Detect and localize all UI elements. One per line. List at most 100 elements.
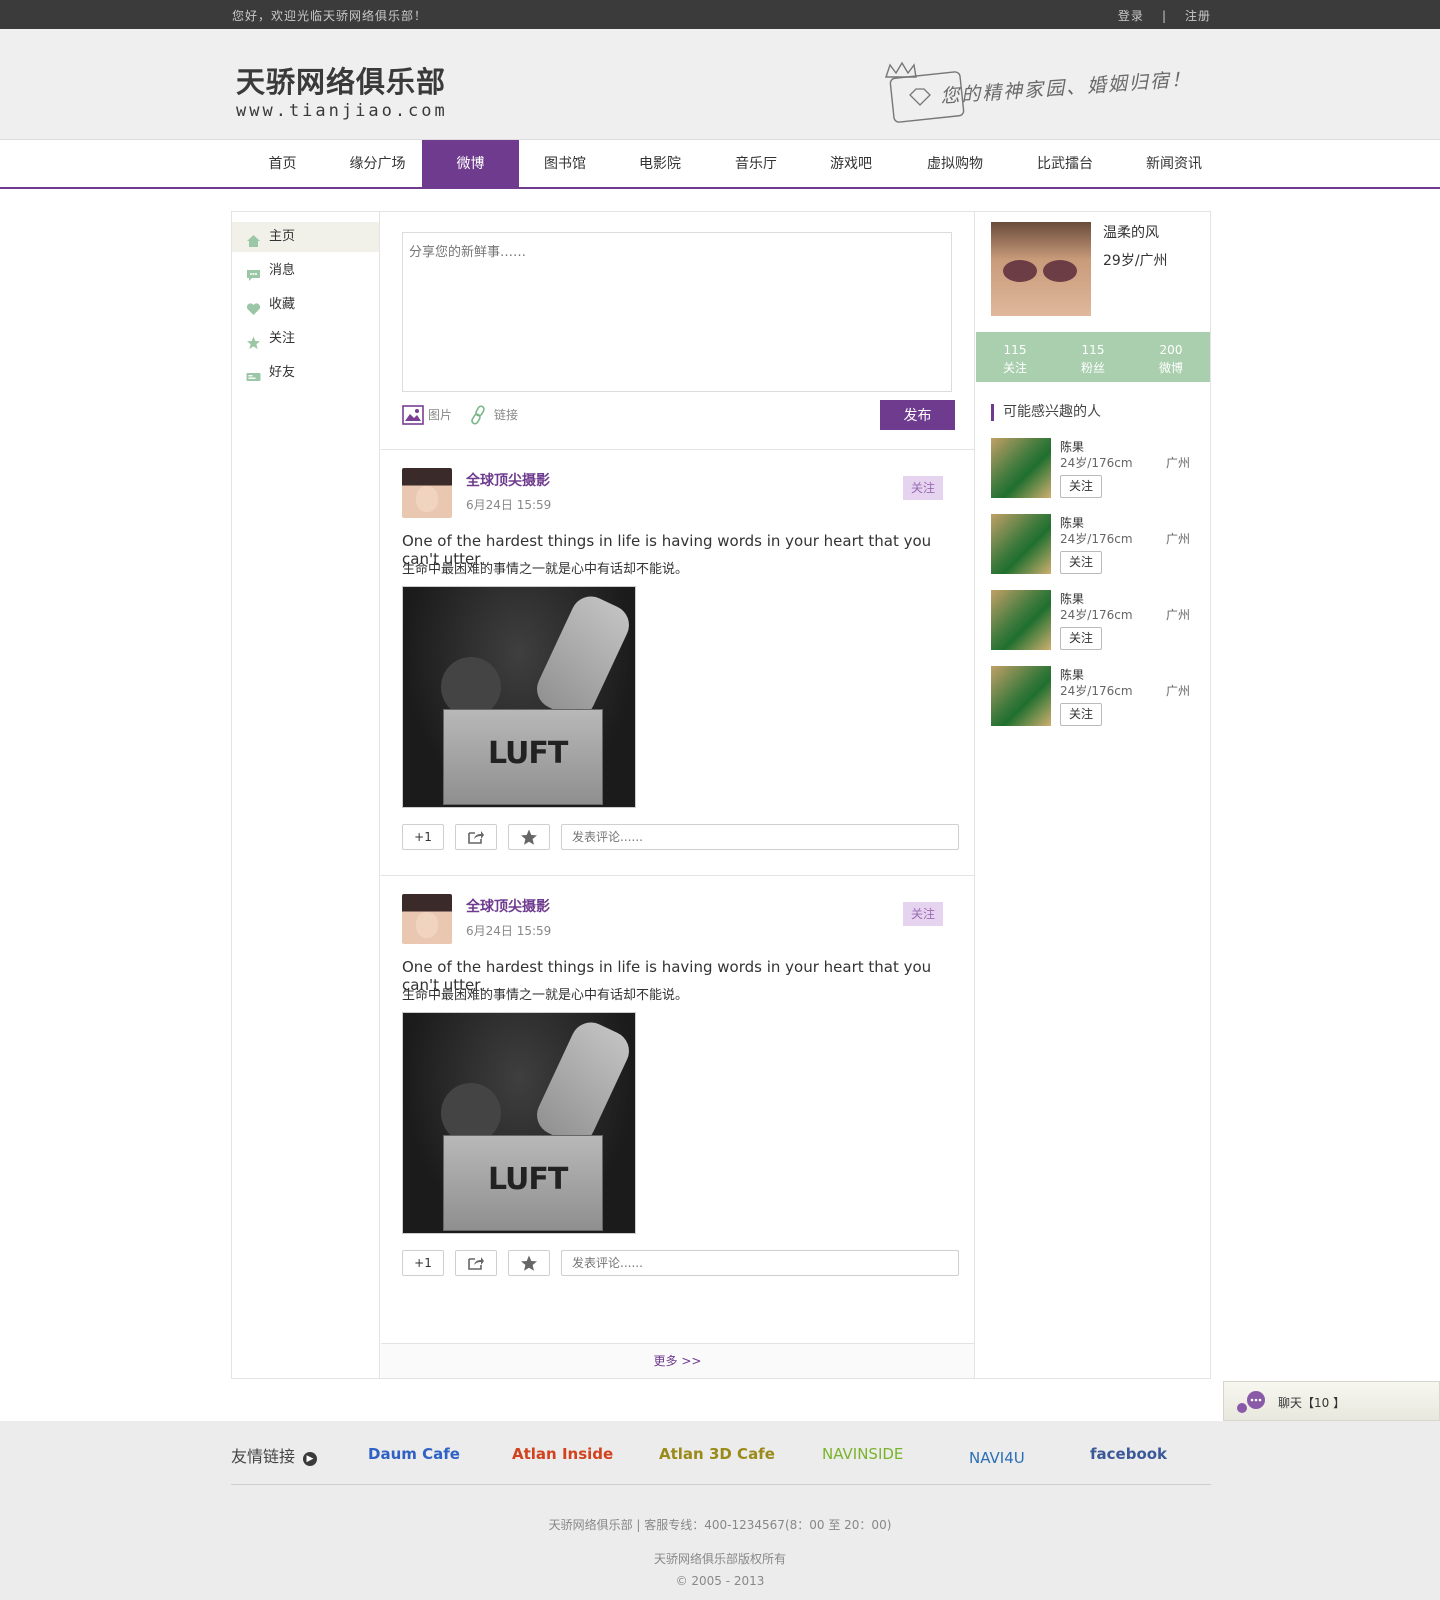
author-name[interactable]: 全球顶尖摄影 xyxy=(466,896,550,916)
stat-value: 115 xyxy=(1081,343,1105,357)
photo-person xyxy=(441,1083,501,1143)
share-icon xyxy=(468,831,484,844)
load-more-link[interactable]: 更多 >> xyxy=(381,1343,974,1378)
suggest-follow-button[interactable]: 关注 xyxy=(1060,627,1102,650)
author-avatar[interactable] xyxy=(402,468,452,518)
plus-one-button[interactable]: +1 xyxy=(402,824,444,850)
welcome-text: 您好，欢迎光临天骄网络俱乐部！ xyxy=(232,9,428,23)
suggest-name[interactable]: 陈果 xyxy=(1060,438,1084,455)
partner-link[interactable]: Daum Cafe xyxy=(368,1445,460,1463)
sidebar-item-following[interactable]: 关注 xyxy=(232,324,379,354)
site-logo[interactable]: 天骄网络俱乐部 www.tianjiao.com xyxy=(236,59,448,121)
partner-link[interactable]: NAVI4U xyxy=(969,1449,1025,1467)
nav-item-home[interactable]: 首页 xyxy=(232,140,333,188)
suggest-name[interactable]: 陈果 xyxy=(1060,514,1084,531)
stat-fans[interactable]: 115 粉丝 xyxy=(1054,332,1132,382)
follow-button[interactable]: 关注 xyxy=(903,476,943,500)
nav-item-weibo[interactable]: 微博 xyxy=(422,140,519,188)
footer-contact: 天骄网络俱乐部 | 客服专线：400-1234567(8：00 至 20：00) xyxy=(548,1518,892,1532)
sidebar-item-home[interactable]: 主页 xyxy=(232,222,379,252)
star-icon xyxy=(521,1255,537,1271)
status-input[interactable] xyxy=(402,232,952,392)
comment-input[interactable] xyxy=(561,1250,959,1276)
post-photo[interactable]: LUFT xyxy=(402,1012,636,1234)
suggest-avatar[interactable] xyxy=(991,590,1051,650)
suggest-name[interactable]: 陈果 xyxy=(1060,590,1084,607)
nav-item-fate-square[interactable]: 缘分广场 xyxy=(333,140,422,188)
plus-one-button[interactable]: +1 xyxy=(402,1250,444,1276)
partner-link[interactable]: Atlan Inside xyxy=(512,1445,613,1463)
avatar-sunglasses-right xyxy=(1043,260,1077,282)
favorite-button[interactable] xyxy=(508,824,550,850)
photo-legs xyxy=(530,1015,635,1151)
image-label: 图片 xyxy=(428,408,453,422)
main-content: 主页 消息 收藏 关注 好友 图片 xyxy=(231,211,1211,1379)
share-icon xyxy=(468,1257,484,1270)
feed-post: 全球顶尖摄影 6月24日 15:59 关注 One of the hardest… xyxy=(381,450,974,876)
post-composer: 图片 链接 发布 xyxy=(381,212,974,450)
stat-weibo[interactable]: 200 微博 xyxy=(1132,332,1210,382)
share-button[interactable] xyxy=(455,1250,497,1276)
nav-item-news[interactable]: 新闻资讯 xyxy=(1119,140,1229,188)
add-image-button[interactable]: 图片 xyxy=(402,404,452,426)
nav-item-music-hall[interactable]: 音乐厅 xyxy=(709,140,803,188)
login-link[interactable]: 登录 xyxy=(1118,9,1144,23)
sidebar-item-favorites[interactable]: 收藏 xyxy=(232,290,379,320)
suggest-person: 陈果 24岁/176cm 广州 关注 xyxy=(991,590,1196,650)
sidebar-item-friends[interactable]: 好友 xyxy=(232,358,379,388)
author-avatar[interactable] xyxy=(402,894,452,944)
star-icon xyxy=(246,332,261,349)
suggest-avatar[interactable] xyxy=(991,666,1051,726)
sidebar-item-label: 主页 xyxy=(269,229,296,244)
profile-name[interactable]: 温柔的风 xyxy=(1103,222,1159,242)
nav-item-virtual-shop[interactable]: 虚拟购物 xyxy=(899,140,1011,188)
author-name[interactable]: 全球顶尖摄影 xyxy=(466,470,550,490)
partner-link[interactable]: NAVINSIDE xyxy=(822,1445,903,1463)
suggest-avatar[interactable] xyxy=(991,514,1051,574)
post-time: 6月24日 15:59 xyxy=(466,924,552,938)
publish-button[interactable]: 发布 xyxy=(880,400,955,430)
nav-item-cinema[interactable]: 电影院 xyxy=(611,140,709,188)
arrow-right-icon[interactable]: ▶ xyxy=(303,1452,318,1466)
left-sidebar: 主页 消息 收藏 关注 好友 xyxy=(232,212,380,1378)
suggest-follow-button[interactable]: 关注 xyxy=(1060,551,1102,574)
suggest-age: 24岁/176cm xyxy=(1060,532,1133,546)
logo-url: www.tianjiao.com xyxy=(236,101,448,121)
add-link-button[interactable]: 链接 xyxy=(468,404,518,426)
nav-item-arena[interactable]: 比武擂台 xyxy=(1011,140,1119,188)
suggest-follow-button[interactable]: 关注 xyxy=(1060,475,1102,498)
favorite-button[interactable] xyxy=(508,1250,550,1276)
register-link[interactable]: 注册 xyxy=(1185,9,1211,23)
partner-link[interactable]: Atlan 3D Cafe xyxy=(659,1445,775,1463)
message-icon xyxy=(246,264,261,281)
photo-box-label: LUFT xyxy=(488,1162,568,1197)
suggest-person: 陈果 24岁/176cm 广州 关注 xyxy=(991,666,1196,726)
chat-widget[interactable]: 聊天【10 】 xyxy=(1223,1381,1440,1421)
nav-item-library[interactable]: 图书馆 xyxy=(519,140,611,188)
post-actions: +1 xyxy=(402,1250,959,1276)
top-bar: 您好，欢迎光临天骄网络俱乐部！ 登录 | 注册 xyxy=(0,0,1440,29)
post-text-chinese: 生命中最困难的事情之一就是心中有话却不能说。 xyxy=(402,988,689,1003)
link-icon xyxy=(468,405,490,425)
suggest-avatar[interactable] xyxy=(991,438,1051,498)
right-sidebar: 温柔的风 29岁/广州 115 关注 115 粉丝 200 微博 可能感兴趣的人 陈果… xyxy=(976,212,1210,1378)
partner-link[interactable]: facebook xyxy=(1090,1445,1167,1463)
post-photo[interactable]: LUFT xyxy=(402,586,636,808)
profile-stats: 115 关注 115 粉丝 200 微博 xyxy=(976,332,1210,382)
profile-avatar[interactable] xyxy=(991,222,1091,316)
suggest-name[interactable]: 陈果 xyxy=(1060,666,1084,683)
comment-input[interactable] xyxy=(561,824,959,850)
post-actions: +1 xyxy=(402,824,959,850)
suggest-follow-button[interactable]: 关注 xyxy=(1060,703,1102,726)
share-button[interactable] xyxy=(455,824,497,850)
sidebar-item-messages[interactable]: 消息 xyxy=(232,256,379,286)
post-time: 6月24日 15:59 xyxy=(466,498,552,512)
chat-icon xyxy=(1236,1390,1268,1414)
stat-following[interactable]: 115 关注 xyxy=(976,332,1054,382)
suggest-person: 陈果 24岁/176cm 广州 关注 xyxy=(991,438,1196,498)
suggest-age: 24岁/176cm xyxy=(1060,456,1133,470)
photo-box: LUFT xyxy=(443,709,603,805)
nav-item-game-bar[interactable]: 游戏吧 xyxy=(803,140,899,188)
slogan-banner: 您的精神家园、婚姻归宿！ xyxy=(880,59,1215,124)
follow-button[interactable]: 关注 xyxy=(903,902,943,926)
